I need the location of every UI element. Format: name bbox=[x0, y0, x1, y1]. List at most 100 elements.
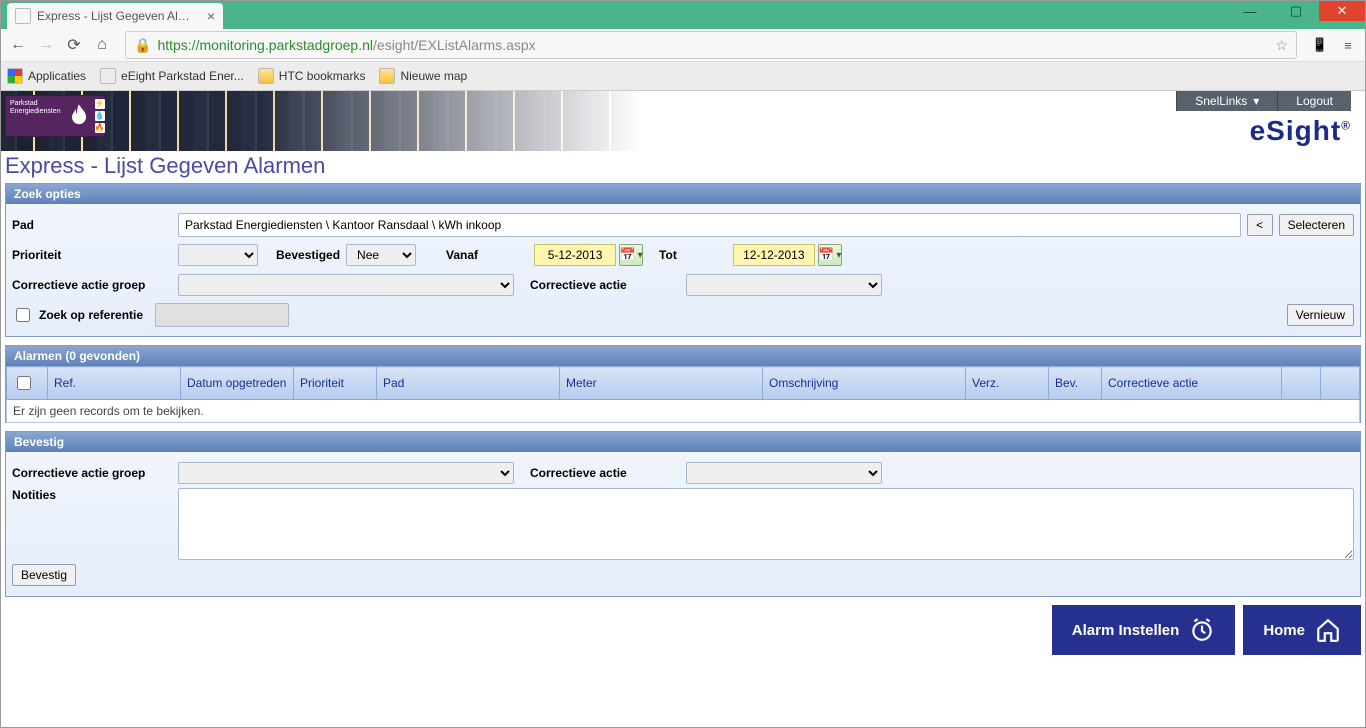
col-meter[interactable]: Meter bbox=[560, 367, 763, 400]
chrome-menu-icon[interactable]: ≡ bbox=[1337, 34, 1359, 56]
col-verz[interactable]: Verz. bbox=[966, 367, 1049, 400]
tot-date-input[interactable] bbox=[733, 244, 815, 266]
alarms-table: Ref. Datum opgetreden Prioriteit Pad Met… bbox=[6, 366, 1360, 400]
empty-state: Er zijn geen records om te bekijken. bbox=[6, 400, 1360, 423]
window-maximize-icon[interactable]: ▢ bbox=[1273, 1, 1319, 21]
corr-actie-label: Correctieve actie bbox=[530, 278, 680, 292]
url-host: https://monitoring.parkstadgroep.nl bbox=[157, 37, 373, 53]
confirm-panel: Bevestig Correctieve actie groep Correct… bbox=[5, 431, 1361, 597]
page-favicon bbox=[15, 8, 31, 24]
prioriteit-label: Prioriteit bbox=[12, 248, 172, 262]
window-controls: — ▢ ✕ bbox=[1227, 1, 1365, 21]
window-close-icon[interactable]: ✕ bbox=[1319, 1, 1365, 21]
nav-forward-icon[interactable]: → bbox=[35, 34, 57, 56]
pad-back-button[interactable]: < bbox=[1247, 214, 1273, 236]
page-icon bbox=[100, 68, 116, 84]
site-banner: Parkstad Energiediensten ⚡💧🔥 SnelLinks▾ … bbox=[1, 91, 1365, 151]
browser-toolbar: ← → ⟳ ⌂ 🔒 https://monitoring.parkstadgro… bbox=[1, 29, 1365, 62]
tab-title: Express - Lijst Gegeven Al… bbox=[37, 9, 190, 23]
calendar-icon[interactable]: 📅 bbox=[619, 244, 643, 266]
confirm-corr-actie-label: Correctieve actie bbox=[530, 466, 680, 480]
vernieuw-button[interactable]: Vernieuw bbox=[1287, 304, 1354, 326]
table-header-row: Ref. Datum opgetreden Prioriteit Pad Met… bbox=[7, 367, 1360, 400]
pad-input[interactable] bbox=[178, 213, 1241, 237]
col-datum[interactable]: Datum opgetreden bbox=[181, 367, 294, 400]
zoek-ref-input bbox=[155, 303, 289, 327]
window: Express - Lijst Gegeven Al… × — ▢ ✕ ← → … bbox=[0, 0, 1366, 728]
zoek-ref-checkbox[interactable] bbox=[16, 308, 30, 322]
browser-tab[interactable]: Express - Lijst Gegeven Al… × bbox=[7, 3, 223, 29]
nav-home-icon[interactable]: ⌂ bbox=[91, 34, 113, 56]
apps-label: Applicaties bbox=[28, 69, 86, 83]
bevestigd-select[interactable]: Nee bbox=[346, 244, 416, 266]
select-all-checkbox[interactable] bbox=[17, 376, 31, 390]
bevestigd-label: Bevestiged bbox=[276, 248, 340, 262]
apps-shortcut[interactable]: Applicaties bbox=[7, 68, 86, 84]
apps-icon bbox=[7, 68, 23, 84]
home-button[interactable]: Home bbox=[1243, 605, 1361, 655]
confirm-panel-body: Correctieve actie groep Correctieve acti… bbox=[6, 452, 1360, 596]
bevestig-button[interactable]: Bevestig bbox=[12, 564, 76, 586]
bookmark-star-icon[interactable]: ☆ bbox=[1275, 37, 1288, 54]
bookmarks-bar: Applicaties eEight Parkstad Ener... HTC … bbox=[1, 62, 1365, 91]
brand-name: eSight® bbox=[1250, 115, 1351, 147]
page-content: Parkstad Energiediensten ⚡💧🔥 SnelLinks▾ … bbox=[1, 91, 1365, 727]
brand-text: eSight bbox=[1250, 115, 1342, 146]
confirm-corr-actie-select[interactable] bbox=[686, 462, 882, 484]
logo-text: Parkstad Energiediensten bbox=[6, 96, 65, 136]
tab-close-icon[interactable]: × bbox=[207, 8, 215, 24]
pad-select-button[interactable]: Selecteren bbox=[1279, 214, 1354, 236]
col-ref[interactable]: Ref. bbox=[48, 367, 181, 400]
notities-label: Notities bbox=[12, 488, 172, 502]
top-menu: SnelLinks▾ Logout bbox=[1176, 91, 1351, 111]
corr-group-select[interactable] bbox=[178, 274, 514, 296]
logo-flame-icon bbox=[65, 96, 93, 136]
clock-icon bbox=[1189, 617, 1215, 643]
notities-textarea[interactable] bbox=[178, 488, 1354, 560]
corr-actie-select[interactable] bbox=[686, 274, 882, 296]
site-logo[interactable]: Parkstad Energiediensten ⚡💧🔥 bbox=[5, 95, 105, 137]
tot-label: Tot bbox=[659, 248, 677, 262]
window-minimize-icon[interactable]: — bbox=[1227, 1, 1273, 21]
page-title: Express - Lijst Gegeven Alarmen bbox=[5, 153, 1365, 179]
search-panel-body: Pad < Selecteren Prioriteit Bevestiged N… bbox=[6, 204, 1360, 336]
bookmark-label: Nieuwe map bbox=[400, 69, 467, 83]
button-label: Home bbox=[1263, 622, 1305, 639]
lock-icon: 🔒 bbox=[134, 37, 151, 54]
nav-reload-icon[interactable]: ⟳ bbox=[63, 34, 85, 56]
select-all-column[interactable] bbox=[7, 367, 48, 400]
prioriteit-select[interactable] bbox=[178, 244, 258, 266]
col-bev[interactable]: Bev. bbox=[1049, 367, 1102, 400]
folder-icon bbox=[258, 68, 274, 84]
search-panel-header: Zoek opties bbox=[6, 184, 1360, 204]
bookmark-label: HTC bookmarks bbox=[279, 69, 366, 83]
address-bar[interactable]: 🔒 https://monitoring.parkstadgroep.nl/es… bbox=[125, 31, 1297, 59]
bookmark-item[interactable]: HTC bookmarks bbox=[258, 68, 366, 84]
snel-links-menu[interactable]: SnelLinks▾ bbox=[1176, 91, 1277, 111]
bookmark-item[interactable]: Nieuwe map bbox=[379, 68, 467, 84]
vanaf-date-input[interactable] bbox=[534, 244, 616, 266]
col-pad[interactable]: Pad bbox=[377, 367, 560, 400]
url-path: /esight/EXListAlarms.aspx bbox=[373, 37, 536, 53]
corr-group-label: Correctieve actie groep bbox=[12, 278, 172, 292]
col-omschrijving[interactable]: Omschrijving bbox=[763, 367, 966, 400]
bookmark-item[interactable]: eEight Parkstad Ener... bbox=[100, 68, 244, 84]
alarm-instellen-button[interactable]: Alarm Instellen bbox=[1052, 605, 1236, 655]
logout-link[interactable]: Logout bbox=[1277, 91, 1351, 111]
extension-icon[interactable]: 📱 bbox=[1309, 34, 1331, 56]
col-prioriteit[interactable]: Prioriteit bbox=[294, 367, 377, 400]
menu-label: Logout bbox=[1296, 94, 1333, 108]
vanaf-label: Vanaf bbox=[446, 248, 478, 262]
calendar-icon[interactable]: 📅 bbox=[818, 244, 842, 266]
footer-buttons: Alarm Instellen Home bbox=[5, 605, 1361, 655]
col-correctieve[interactable]: Correctieve actie bbox=[1102, 367, 1282, 400]
chevron-down-icon: ▾ bbox=[1253, 94, 1259, 108]
confirm-panel-header: Bevestig bbox=[6, 432, 1360, 452]
alarms-panel-header: Alarmen (0 gevonden) bbox=[6, 346, 1360, 366]
nav-back-icon[interactable]: ← bbox=[7, 34, 29, 56]
confirm-corr-group-select[interactable] bbox=[178, 462, 514, 484]
zoek-ref-label: Zoek op referentie bbox=[39, 308, 143, 322]
col-action2 bbox=[1321, 367, 1360, 400]
col-action1 bbox=[1282, 367, 1321, 400]
home-icon bbox=[1315, 617, 1341, 643]
